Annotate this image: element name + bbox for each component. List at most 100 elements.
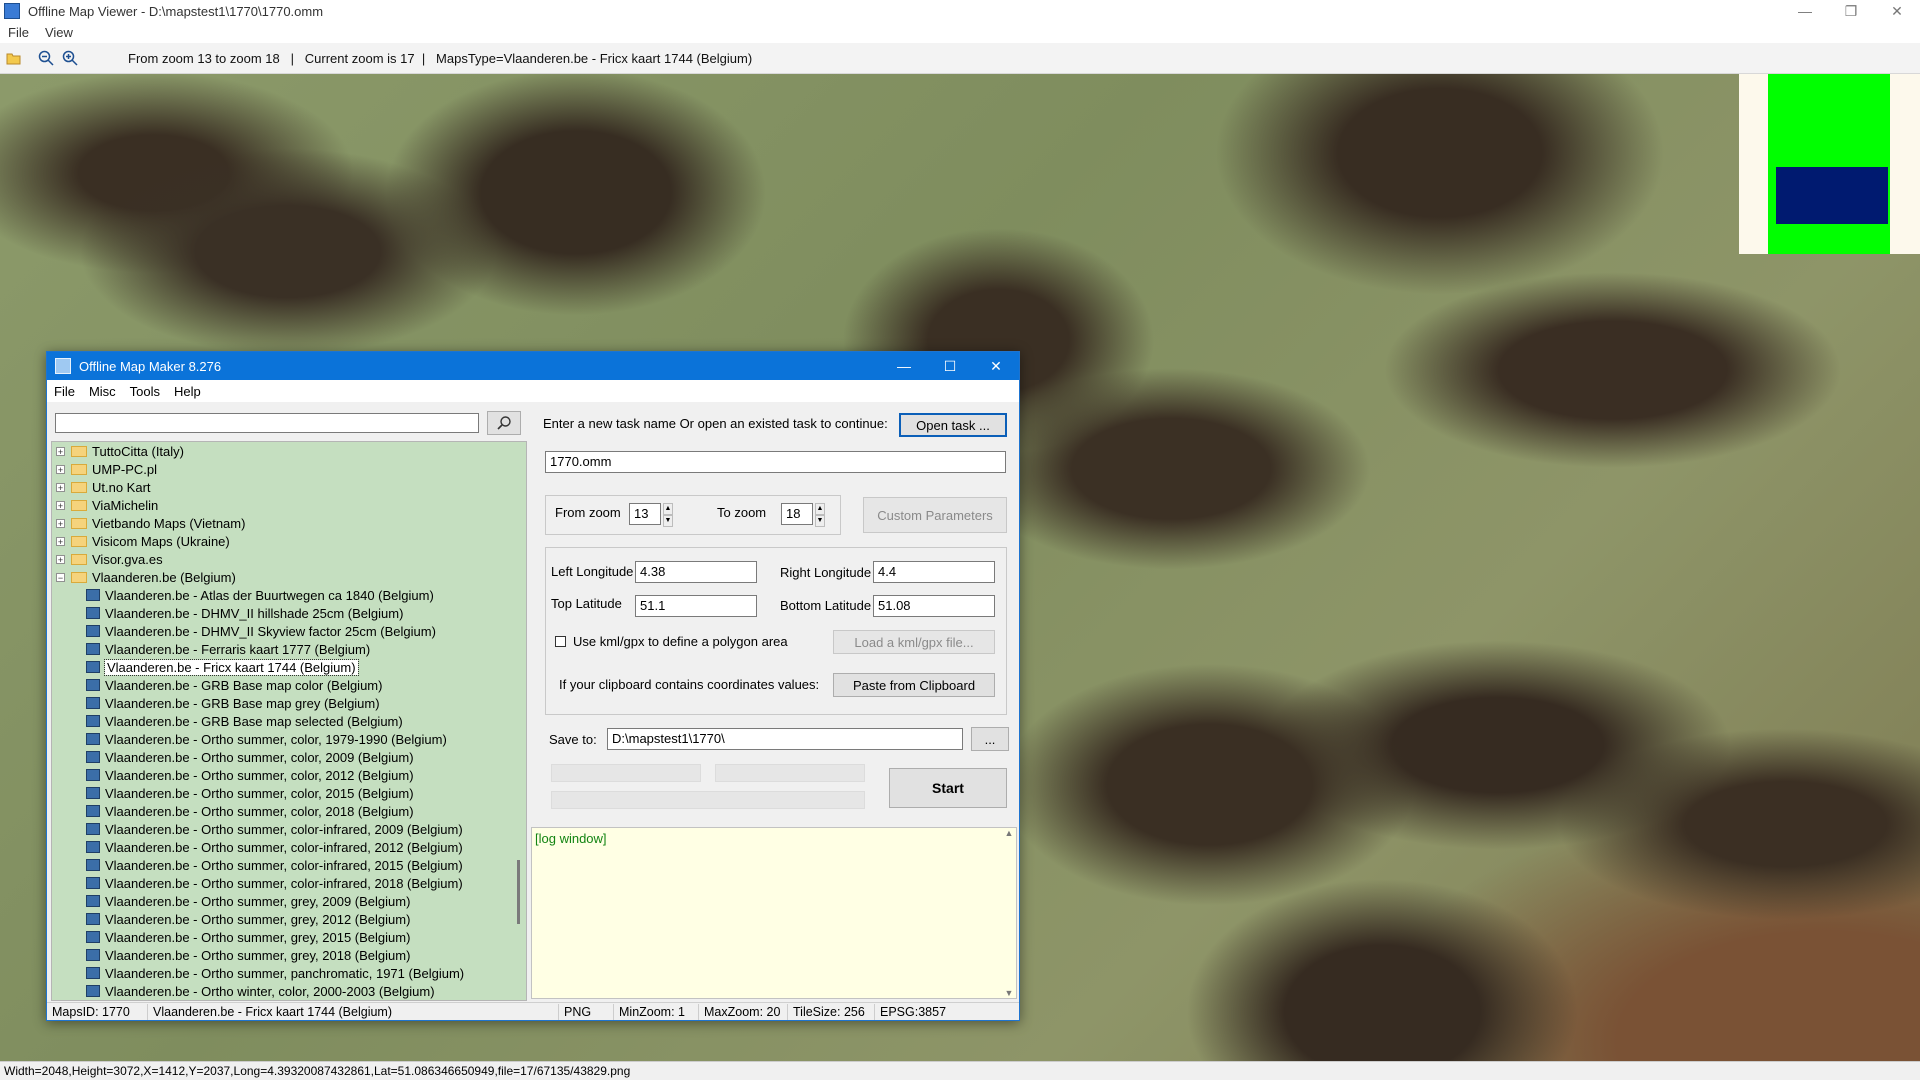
expand-icon[interactable]: + [56,446,65,456]
tree-folder[interactable]: + Visicom Maps (Ukraine) [52,532,526,550]
tree-map-item[interactable]: Vlaanderen.be - Ortho summer, grey, 2018… [52,946,526,964]
tree-map-item[interactable]: Vlaanderen.be - Ortho summer, color-infr… [52,856,526,874]
save-to-input[interactable]: D:\mapstest1\1770\ [607,728,963,750]
menu-view[interactable]: View [37,25,81,40]
tree-folder-label: Visor.gva.es [92,551,163,567]
tree-map-label: Vlaanderen.be - Ortho summer, color, 200… [105,749,414,765]
clipboard-prompt: If your clipboard contains coordinates v… [559,677,820,692]
tree-map-item[interactable]: Vlaanderen.be - Atlas der Buurtwegen ca … [52,586,526,604]
search-button[interactable] [487,411,521,435]
tree-folder[interactable]: + ViaMichelin [52,496,526,514]
start-button[interactable]: Start [889,768,1007,808]
expand-icon[interactable]: + [56,500,65,510]
log-scrollbar[interactable]: ▲ ▼ [1002,828,1016,998]
top-latitude-input[interactable]: 51.1 [635,595,757,617]
load-kml-button[interactable]: Load a kml/gpx file... [833,630,995,654]
tree-map-label: Vlaanderen.be - Ortho summer, color, 201… [105,785,414,801]
open-task-button[interactable]: Open task ... [899,413,1007,437]
to-zoom-spinner[interactable]: ▲ ▼ [815,503,825,527]
tree-map-item[interactable]: Vlaanderen.be - Ortho summer, color, 201… [52,784,526,802]
dialog-minimize-icon[interactable]: — [881,352,927,380]
task-name-input[interactable]: 1770.omm [545,451,1006,473]
right-longitude-input[interactable]: 4.4 [873,561,995,583]
tree-map-label: Vlaanderen.be - Ortho winter, color, 200… [105,983,435,999]
paste-clipboard-button[interactable]: Paste from Clipboard [833,673,995,697]
tree-map-item[interactable]: Vlaanderen.be - GRB Base map color (Belg… [52,676,526,694]
tree-map-item[interactable]: Vlaanderen.be - GRB Base map grey (Belgi… [52,694,526,712]
dialog-app-icon [55,358,71,374]
collapse-icon[interactable]: − [56,572,65,582]
close-icon[interactable]: ✕ [1874,0,1920,22]
right-longitude-label: Right Longitude [780,565,872,580]
custom-parameters-button[interactable]: Custom Parameters [863,497,1007,533]
kml-checkbox[interactable] [555,636,566,647]
tree-map-item[interactable]: Vlaanderen.be - Ferraris kaart 1777 (Bel… [52,640,526,658]
viewer-menubar: File View [0,22,1920,43]
tree-map-item[interactable]: Vlaanderen.be - DHMV_II hillshade 25cm (… [52,604,526,622]
kml-checkbox-label: Use kml/gpx to define a polygon area [573,634,788,649]
tree-map-item[interactable]: Vlaanderen.be - Ortho summer, color-infr… [52,838,526,856]
tree-map-item[interactable]: Vlaanderen.be - Ortho summer, color, 201… [52,802,526,820]
minimize-icon[interactable]: — [1782,0,1828,22]
tree-folder[interactable]: + TuttoCitta (Italy) [52,442,526,460]
tree-map-label: Vlaanderen.be - Ortho summer, grey, 2018… [105,947,411,963]
map-icon [86,679,100,691]
dialog-menu-file[interactable]: File [47,384,82,399]
tree-map-item[interactable]: Vlaanderen.be - Ortho summer, color, 201… [52,766,526,784]
expand-icon[interactable]: + [56,536,65,546]
tree-map-item[interactable]: Vlaanderen.be - Ortho summer, color-infr… [52,874,526,892]
tree-folder[interactable]: + Visor.gva.es [52,550,526,568]
minimap[interactable] [1739,74,1920,254]
expand-icon[interactable]: + [56,464,65,474]
browse-button[interactable]: ... [971,727,1009,751]
expand-icon[interactable]: + [56,518,65,528]
tree-map-label: Vlaanderen.be - DHMV_II Skyview factor 2… [105,623,436,639]
tree-folder[interactable]: + UMP-PC.pl [52,460,526,478]
minimap-viewport[interactable] [1776,167,1888,224]
map-type-tree[interactable]: + TuttoCitta (Italy) + UMP-PC.pl + Ut.no Kart… [51,441,527,1001]
tree-map-item[interactable]: Vlaanderen.be - Ortho summer, grey, 2009… [52,892,526,910]
expand-icon[interactable]: + [56,482,65,492]
map-icon [86,877,100,889]
tree-map-item[interactable]: Vlaanderen.be - DHMV_II Skyview factor 2… [52,622,526,640]
zoom-in-icon[interactable] [60,48,80,68]
expand-icon[interactable]: + [56,554,65,564]
menu-file[interactable]: File [0,25,37,40]
to-zoom-input[interactable]: 18 [781,503,813,525]
bottom-latitude-input[interactable]: 51.08 [873,595,995,617]
tree-folder-label: Vietbando Maps (Vietnam) [92,515,246,531]
tree-map-label: Vlaanderen.be - GRB Base map color (Belg… [105,677,383,693]
tree-map-item[interactable]: Vlaanderen.be - Ortho summer, color, 197… [52,730,526,748]
tree-map-item[interactable]: Vlaanderen.be - Fricx kaart 1744 (Belgiu… [52,658,526,676]
zoom-out-icon[interactable] [36,48,56,68]
tree-scrollbar[interactable] [512,442,526,1000]
dialog-maximize-icon[interactable]: ☐ [927,352,973,380]
tree-map-item[interactable]: Vlaanderen.be - Ortho summer, grey, 2015… [52,928,526,946]
dialog-menu-help[interactable]: Help [167,384,208,399]
search-input[interactable] [55,413,479,433]
dialog-menu-misc[interactable]: Misc [82,384,123,399]
from-zoom-spinner[interactable]: ▲ ▼ [663,503,673,527]
tree-folder[interactable]: + Vietbando Maps (Vietnam) [52,514,526,532]
from-zoom-input[interactable]: 13 [629,503,661,525]
tree-map-item[interactable]: Vlaanderen.be - Ortho summer, panchromat… [52,964,526,982]
tree-map-item[interactable]: Vlaanderen.be - GRB Base map selected (B… [52,712,526,730]
log-window[interactable]: [log window] ▲ ▼ [531,827,1017,999]
dialog-title: Offline Map Maker 8.276 [79,358,222,374]
folder-icon [71,553,87,565]
dialog-menu-tools[interactable]: Tools [123,384,167,399]
left-longitude-input[interactable]: 4.38 [635,561,757,583]
tree-folder-open[interactable]: − Vlaanderen.be (Belgium) [52,568,526,586]
tree-map-item[interactable]: Vlaanderen.be - Ortho summer, color-infr… [52,820,526,838]
tree-map-item[interactable]: Vlaanderen.be - Ortho winter, color, 200… [52,982,526,1000]
folder-open-icon[interactable] [4,48,24,68]
tree-folder-label: Vlaanderen.be (Belgium) [92,569,236,585]
tree-folder[interactable]: + Ut.no Kart [52,478,526,496]
search-icon [497,416,511,430]
tree-map-item[interactable]: Vlaanderen.be - Ortho summer, color, 200… [52,748,526,766]
dialog-close-icon[interactable]: ✕ [973,352,1019,380]
restore-icon[interactable]: ❐ [1828,0,1874,22]
tree-map-item[interactable]: Vlaanderen.be - Ortho summer, grey, 2012… [52,910,526,928]
progress-bar-2 [715,764,865,782]
map-icon [86,859,100,871]
